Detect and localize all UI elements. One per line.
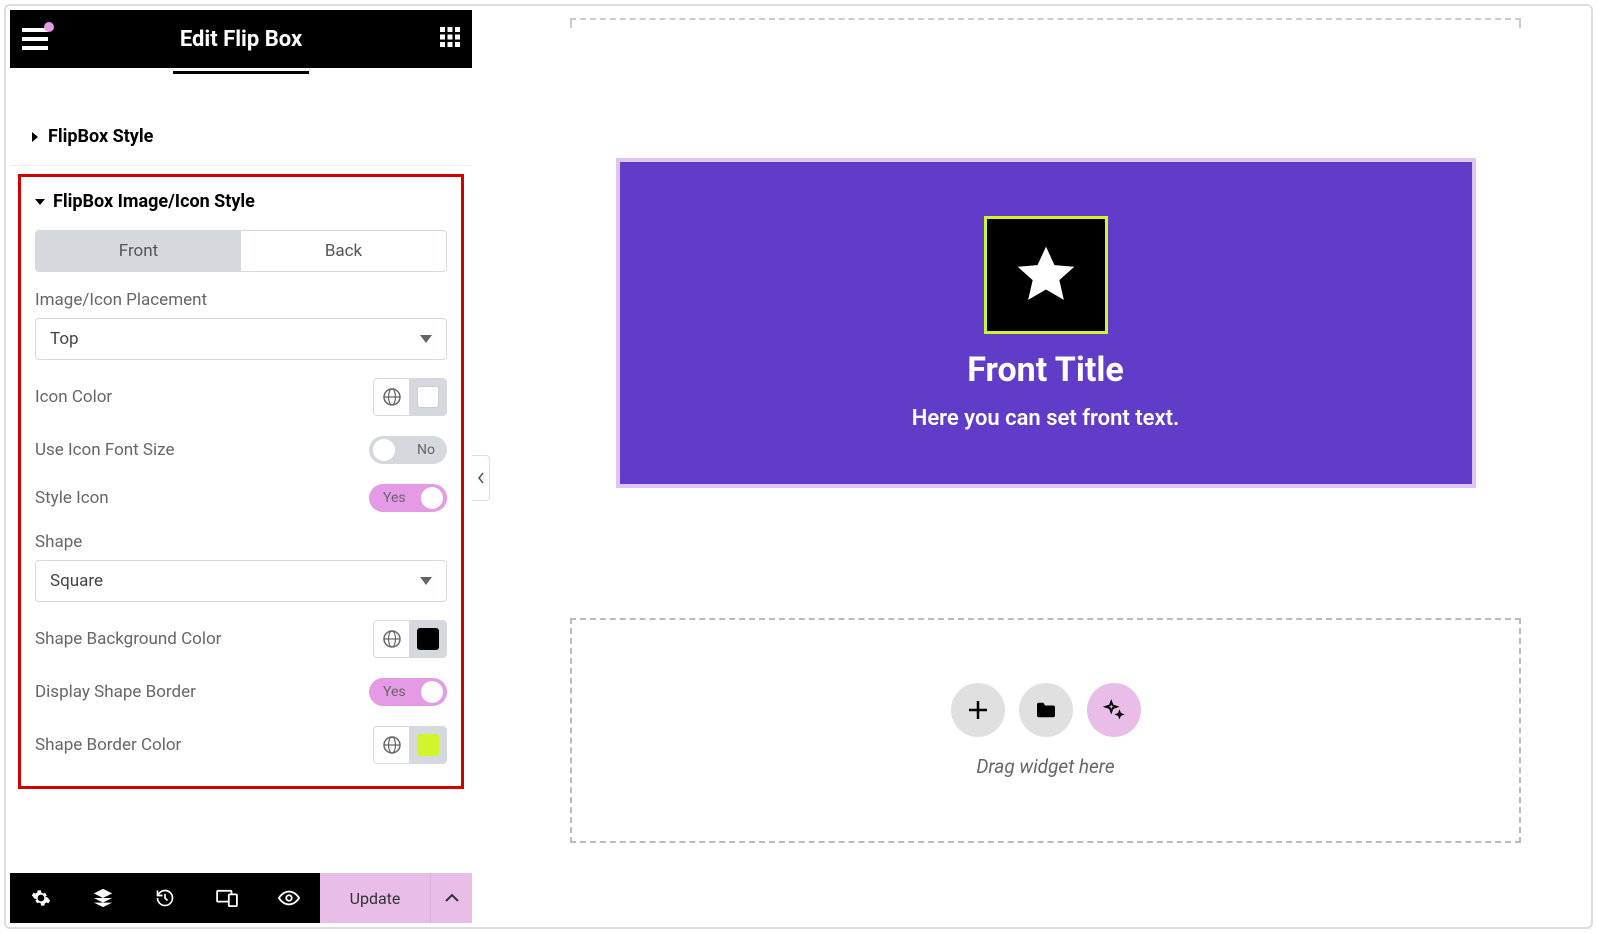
responsive-icon[interactable] — [196, 889, 258, 907]
section-image-icon-style: FlipBox Image/Icon Style Front Back Imag… — [18, 174, 464, 789]
editor-footer: Update — [10, 873, 472, 923]
section-title-flipbox-style: FlipBox Style — [48, 126, 153, 147]
tab-front[interactable]: Front — [36, 231, 241, 271]
notification-dot-icon — [44, 22, 54, 32]
toggle-knob — [421, 681, 443, 703]
icon-color-label: Icon Color — [35, 387, 112, 407]
editor-topbar: Edit Flip Box — [10, 10, 472, 68]
toggle-knob — [421, 487, 443, 509]
placement-value: Top — [50, 329, 79, 349]
global-color-button[interactable] — [374, 621, 410, 657]
control-style-icon: Style Icon Yes — [35, 484, 447, 512]
chevron-left-icon — [477, 472, 485, 484]
border-color-swatch[interactable] — [410, 727, 446, 763]
control-shape-bg: Shape Background Color — [35, 620, 447, 658]
shape-select[interactable]: Square — [35, 560, 447, 602]
preview-canvas: Front Title Here you can set front text.… — [508, 10, 1583, 923]
caret-right-icon — [30, 132, 40, 142]
tab-back[interactable]: Back — [241, 231, 446, 271]
template-library-button[interactable] — [1019, 683, 1073, 737]
global-color-button[interactable] — [374, 379, 410, 415]
folder-icon — [1035, 701, 1057, 719]
star-icon — [1011, 241, 1081, 309]
style-icon-toggle[interactable]: Yes — [369, 484, 447, 512]
widgets-grid-icon[interactable] — [440, 27, 460, 51]
menu-icon[interactable] — [22, 28, 48, 50]
chevron-up-icon — [445, 893, 459, 903]
control-border-color: Shape Border Color — [35, 726, 447, 764]
control-display-border: Display Shape Border Yes — [35, 678, 447, 706]
page-title: Edit Flip Box — [10, 27, 472, 52]
globe-icon — [383, 388, 401, 406]
ai-generate-button[interactable] — [1087, 683, 1141, 737]
toggle-text-yes: Yes — [383, 490, 406, 506]
toggle-text-no: No — [417, 442, 435, 458]
add-widget-button[interactable] — [951, 683, 1005, 737]
placement-label: Image/Icon Placement — [35, 290, 447, 310]
caret-down-icon — [35, 197, 45, 207]
drop-zone-text: Drag widget here — [976, 755, 1114, 778]
use-font-size-toggle[interactable]: No — [369, 436, 447, 464]
placement-select[interactable]: Top — [35, 318, 447, 360]
display-border-label: Display Shape Border — [35, 682, 196, 702]
update-button[interactable]: Update — [320, 873, 430, 923]
toggle-text-yes: Yes — [383, 684, 406, 700]
chevron-down-icon — [420, 577, 432, 585]
control-placement: Image/Icon Placement Top — [35, 290, 447, 360]
style-icon-label: Style Icon — [35, 488, 109, 508]
border-color-picker — [373, 726, 447, 764]
icon-color-picker — [373, 378, 447, 416]
collapse-sidebar-button[interactable] — [472, 455, 490, 501]
border-color-swatch-inner — [417, 734, 439, 756]
flipbox-icon-container — [984, 216, 1108, 334]
update-options-button[interactable] — [430, 873, 472, 923]
history-icon[interactable] — [134, 888, 196, 908]
flipbox-text: Here you can set front text. — [912, 406, 1179, 431]
shape-value: Square — [50, 571, 103, 591]
icon-color-swatch[interactable] — [410, 379, 446, 415]
drop-zone-buttons — [951, 683, 1141, 737]
shape-bg-picker — [373, 620, 447, 658]
editor-sidebar: Edit Flip Box FlipBox Style FlipBox Imag… — [10, 10, 472, 923]
control-use-font-size: Use Icon Font Size No — [35, 436, 447, 464]
preview-icon[interactable] — [258, 890, 320, 906]
shape-label: Shape — [35, 532, 447, 552]
footer-toolbar — [10, 873, 320, 923]
globe-icon — [383, 630, 401, 648]
flipbox-widget[interactable]: Front Title Here you can set front text. — [616, 158, 1476, 488]
global-color-button[interactable] — [374, 727, 410, 763]
settings-icon[interactable] — [10, 888, 72, 908]
control-icon-color: Icon Color — [35, 378, 447, 416]
plus-icon — [967, 699, 989, 721]
display-border-toggle[interactable]: Yes — [369, 678, 447, 706]
widget-drop-zone[interactable]: Drag widget here — [570, 618, 1521, 843]
shape-bg-label: Shape Background Color — [35, 629, 221, 649]
section-header-image-icon[interactable]: FlipBox Image/Icon Style — [35, 191, 447, 212]
navigator-icon[interactable] — [72, 887, 134, 909]
sparkle-icon — [1103, 699, 1125, 721]
shape-bg-swatch[interactable] — [410, 621, 446, 657]
flipbox-title: Front Title — [967, 350, 1123, 390]
section-title-image-icon: FlipBox Image/Icon Style — [53, 191, 255, 212]
chevron-down-icon — [420, 335, 432, 343]
globe-icon — [383, 736, 401, 754]
use-font-size-label: Use Icon Font Size — [35, 440, 174, 460]
control-shape: Shape Square — [35, 532, 447, 602]
section-drop-indicator[interactable] — [570, 18, 1521, 28]
shape-bg-swatch-inner — [417, 628, 439, 650]
icon-color-swatch-inner — [417, 386, 439, 408]
section-flipbox-style[interactable]: FlipBox Style — [10, 108, 472, 166]
front-back-tabs: Front Back — [35, 230, 447, 272]
border-color-label: Shape Border Color — [35, 735, 181, 755]
toggle-knob — [373, 439, 395, 461]
